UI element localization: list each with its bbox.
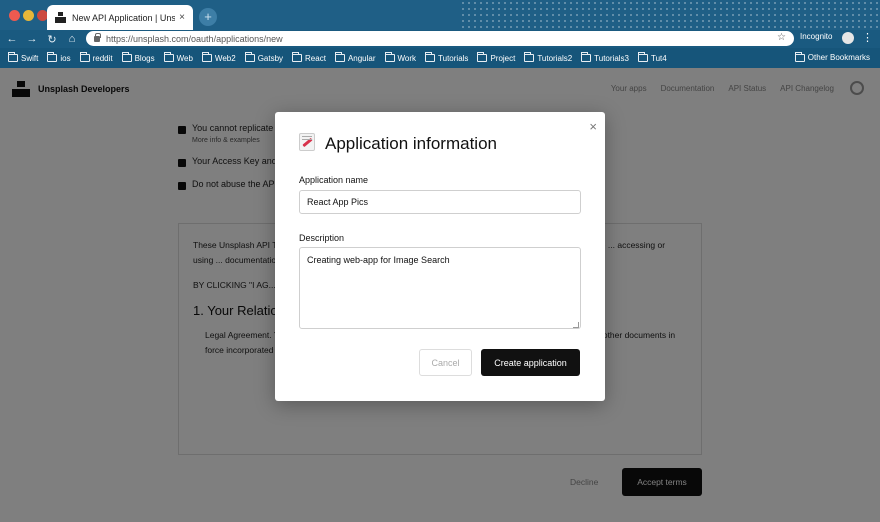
bookmark-label: Web2 bbox=[214, 53, 236, 63]
application-name-input[interactable] bbox=[299, 190, 581, 214]
tab-close-icon[interactable]: × bbox=[179, 12, 185, 23]
bookmark-angular[interactable]: Angular bbox=[334, 52, 376, 63]
bookmark-label: Work bbox=[397, 53, 417, 63]
bookmark-work[interactable]: Work bbox=[384, 52, 417, 63]
unsplash-favicon-icon bbox=[55, 12, 66, 23]
bookmark-swift[interactable]: Swift bbox=[8, 52, 39, 63]
bookmark-label: reddit bbox=[92, 53, 113, 63]
description-textarea[interactable]: Creating web-app for Image Search bbox=[299, 247, 581, 329]
bookmark-web[interactable]: Web bbox=[163, 52, 193, 63]
bookmark-label: Tutorials bbox=[438, 53, 469, 63]
bookmark-label: Web bbox=[176, 53, 193, 63]
other-bookmarks[interactable]: Other Bookmarks bbox=[794, 51, 870, 62]
browser-menu-icon[interactable]: ⋮ bbox=[862, 31, 873, 44]
bookmark-label: Tutorials3 bbox=[594, 53, 629, 63]
tab-title: New API Application | Unsplash bbox=[72, 12, 176, 23]
bookmark-project[interactable]: Project bbox=[477, 52, 516, 63]
modal-title: Application information bbox=[325, 134, 497, 153]
browser-tab-active[interactable]: New API Application | Unsplash × bbox=[47, 5, 193, 30]
back-icon[interactable]: ← bbox=[4, 33, 20, 45]
reload-icon[interactable]: ↻ bbox=[44, 33, 60, 46]
bookmark-label: Angular bbox=[347, 53, 376, 63]
bookmark-tutorials[interactable]: Tutorials bbox=[425, 52, 469, 63]
bookmark-label: Tut4 bbox=[651, 53, 667, 63]
bookmark-label: Gatsby bbox=[257, 53, 284, 63]
application-name-label: Application name bbox=[299, 175, 369, 185]
bookmark-react[interactable]: React bbox=[292, 52, 326, 63]
close-icon[interactable]: × bbox=[589, 120, 597, 133]
folder-icon bbox=[121, 52, 132, 62]
folder-icon bbox=[794, 51, 805, 62]
bookmark-tutorials2[interactable]: Tutorials2 bbox=[524, 52, 573, 63]
bookmarks-bar: Swift ios reddit Blogs Web Web2 Gatsby React Ang… bbox=[0, 48, 880, 68]
bookmark-web2[interactable]: Web2 bbox=[201, 52, 236, 63]
folder-icon bbox=[47, 52, 58, 62]
folder-icon bbox=[334, 52, 345, 62]
new-tab-button[interactable]: + bbox=[199, 8, 217, 26]
incognito-label: Incognito bbox=[800, 32, 833, 41]
folder-icon bbox=[477, 52, 488, 62]
folder-icon bbox=[163, 52, 174, 62]
folder-icon bbox=[292, 52, 303, 62]
memo-pencil-icon bbox=[299, 133, 315, 151]
create-application-button[interactable]: Create application bbox=[481, 349, 580, 376]
bookmark-label: ios bbox=[60, 53, 71, 63]
tabstrip-pattern bbox=[460, 0, 880, 30]
other-bookmarks-label: Other Bookmarks bbox=[807, 53, 870, 62]
bookmark-label: Swift bbox=[21, 53, 39, 63]
bookmark-tut4[interactable]: Tut4 bbox=[638, 52, 667, 63]
address-url[interactable]: https://unsplash.com/oauth/applications/… bbox=[106, 34, 283, 44]
bookmark-gatsby[interactable]: Gatsby bbox=[244, 52, 284, 63]
cancel-button[interactable]: Cancel bbox=[419, 349, 472, 376]
bookmark-tutorials3[interactable]: Tutorials3 bbox=[581, 52, 629, 63]
folder-icon bbox=[8, 52, 18, 62]
window-minimize-button[interactable] bbox=[23, 10, 34, 21]
incognito-icon[interactable] bbox=[842, 32, 854, 44]
window-close-button[interactable] bbox=[9, 10, 20, 21]
home-icon[interactable]: ⌂ bbox=[64, 33, 80, 45]
bookmark-reddit[interactable]: reddit bbox=[79, 52, 113, 63]
browser-tabstrip: New API Application | Unsplash × + bbox=[0, 0, 880, 30]
description-label: Description bbox=[299, 233, 345, 243]
folder-icon bbox=[425, 52, 436, 62]
bookmark-label: Tutorials2 bbox=[537, 53, 573, 63]
bookmark-label: Project bbox=[490, 53, 516, 63]
forward-icon[interactable]: → bbox=[24, 33, 40, 45]
folder-icon bbox=[244, 52, 255, 62]
folder-icon bbox=[524, 52, 535, 62]
bookmark-star-icon[interactable]: ☆ bbox=[777, 32, 786, 43]
folder-icon bbox=[581, 52, 592, 62]
lock-icon bbox=[94, 32, 101, 42]
address-bar[interactable]: https://unsplash.com/oauth/applications/… bbox=[86, 31, 794, 46]
folder-icon bbox=[201, 52, 212, 62]
resize-handle-icon[interactable] bbox=[573, 322, 579, 328]
bookmark-label: React bbox=[305, 53, 326, 63]
folder-icon bbox=[384, 52, 395, 62]
bookmark-label: Blogs bbox=[134, 53, 155, 63]
folder-icon bbox=[79, 52, 90, 62]
folder-icon bbox=[638, 52, 648, 62]
bookmark-blogs[interactable]: Blogs bbox=[121, 52, 155, 63]
bookmark-ios[interactable]: ios bbox=[47, 52, 71, 63]
application-info-modal: × Application information Application na… bbox=[275, 112, 605, 401]
